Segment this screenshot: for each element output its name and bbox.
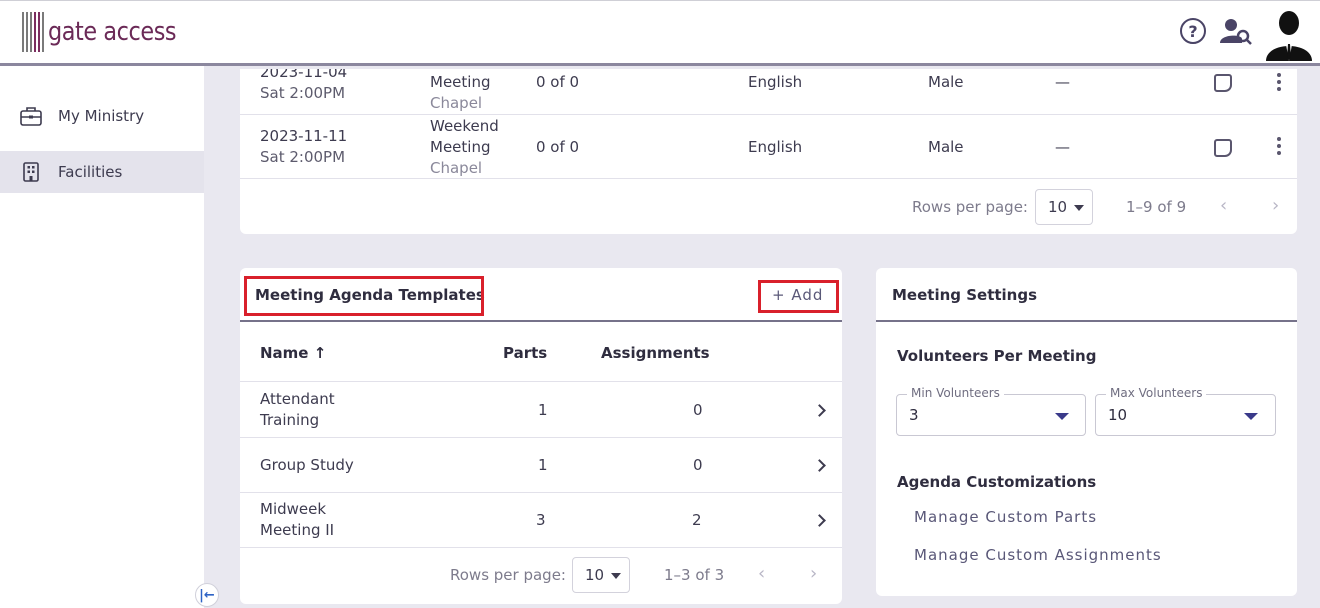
sidebar-item-facilities[interactable]: Facilities [0, 151, 204, 193]
title-highlight-box [244, 276, 484, 316]
manage-custom-assignments-link[interactable]: Manage Custom Assignments [914, 546, 1162, 564]
table-row[interactable]: 2023-11-04 Sat 2:00PM Meeting Chapel 0 o… [240, 69, 1297, 115]
meeting-type: Weekend [430, 117, 499, 135]
meeting-language: English [748, 73, 803, 91]
template-name: Group Study [260, 456, 354, 474]
card-divider [876, 320, 1297, 322]
meeting-time: Sat 2:00PM [260, 148, 346, 166]
template-name: Meeting II [260, 521, 335, 539]
pagination-range: 1–9 of 9 [1126, 198, 1187, 216]
row-divider [240, 437, 842, 438]
template-parts: 1 [538, 456, 548, 474]
briefcase-icon [20, 107, 42, 126]
meeting-type: Meeting [430, 73, 491, 91]
prev-page-icon[interactable]: ‹ [1220, 195, 1227, 216]
logo-text: gate access [48, 17, 177, 47]
chevron-right-icon[interactable] [813, 459, 826, 472]
note-icon[interactable] [1214, 74, 1232, 92]
more-vert-icon[interactable] [1276, 137, 1282, 155]
rows-per-page-value: 10 [1048, 198, 1068, 216]
template-assignments: 0 [693, 401, 703, 419]
caret-down-icon [1055, 413, 1069, 420]
rows-per-page-label: Rows per page: [912, 198, 1028, 216]
template-name: Midweek [260, 500, 327, 518]
caret-down-icon [611, 573, 621, 579]
row-divider [240, 547, 842, 548]
meeting-gender: Male [928, 138, 964, 156]
prev-page-icon[interactable]: ‹ [758, 563, 765, 584]
collapse-glyph: |← [199, 587, 215, 603]
max-volunteers-label: Max Volunteers [1106, 386, 1207, 400]
user-avatar[interactable] [1264, 7, 1314, 61]
chevron-right-icon[interactable] [813, 514, 826, 527]
min-volunteers-select[interactable]: Min Volunteers 3 [896, 386, 1086, 436]
row-divider [240, 492, 842, 493]
rows-per-page-value: 10 [585, 566, 605, 584]
meeting-agenda-templates-card: Meeting Agenda Templates + Add Name ↑ Pa… [240, 268, 842, 604]
column-header-parts: Parts [503, 344, 548, 362]
sidebar-item-my-ministry[interactable]: My Ministry [0, 95, 204, 137]
gate-access-logo[interactable]: gate access [22, 11, 197, 53]
template-assignments: 2 [692, 511, 702, 529]
meeting-date: 2023-11-11 [260, 127, 348, 145]
column-header-assignments: Assignments [601, 344, 710, 362]
card-title: Meeting Settings [892, 286, 1038, 304]
table-row[interactable]: 2023-11-11 Sat 2:00PM Weekend Meeting Ch… [240, 115, 1297, 179]
logo-bars-icon [22, 12, 44, 52]
meeting-time: Sat 2:00PM [260, 84, 346, 102]
rows-per-page-label: Rows per page: [450, 566, 566, 584]
meeting-volunteers: 0 of 0 [536, 138, 580, 156]
collapse-sidebar-icon[interactable]: |← [195, 583, 219, 607]
caret-down-icon [1244, 413, 1258, 420]
meeting-type: Meeting [430, 138, 491, 156]
pagination-range: 1–3 of 3 [664, 566, 725, 584]
next-page-icon[interactable]: › [1272, 195, 1279, 216]
volunteers-heading: Volunteers Per Meeting [897, 347, 1097, 365]
app-header: gate access ? [0, 0, 1320, 66]
template-parts: 3 [536, 511, 546, 529]
row-divider [240, 381, 842, 382]
meeting-volunteers: 0 of 0 [536, 73, 580, 91]
meeting-extra: — [1055, 138, 1070, 156]
max-volunteers-select[interactable]: Max Volunteers 10 [1095, 386, 1276, 436]
help-circle-icon[interactable]: ? [1180, 18, 1206, 44]
meeting-date: 2023-11-04 [260, 69, 348, 81]
caret-down-icon [1074, 205, 1084, 211]
meeting-gender: Male [928, 73, 964, 91]
template-assignments: 0 [693, 456, 703, 474]
meeting-language: English [748, 138, 803, 156]
meetings-table: 2023-11-04 Sat 2:00PM Meeting Chapel 0 o… [240, 69, 1297, 234]
meeting-location: Chapel [430, 94, 483, 112]
add-highlight-box [758, 280, 839, 313]
min-volunteers-label: Min Volunteers [907, 386, 1004, 400]
column-header-name[interactable]: Name ↑ [260, 344, 326, 362]
more-vert-icon[interactable] [1276, 73, 1282, 91]
help-glyph: ? [1188, 21, 1198, 41]
agenda-heading: Agenda Customizations [897, 473, 1097, 491]
rows-per-page-select[interactable]: 10 [572, 557, 630, 593]
person-search-icon[interactable] [1220, 17, 1252, 45]
sidebar-item-label: My Ministry [58, 107, 145, 125]
min-volunteers-value: 3 [909, 406, 919, 424]
sidebar-item-label: Facilities [58, 163, 123, 181]
building-icon [23, 162, 39, 182]
manage-custom-parts-link[interactable]: Manage Custom Parts [914, 508, 1097, 526]
chevron-right-icon[interactable] [813, 404, 826, 417]
meeting-settings-card: Meeting Settings Volunteers Per Meeting … [876, 268, 1297, 596]
template-name: Training [260, 411, 320, 429]
next-page-icon[interactable]: › [810, 563, 817, 584]
card-divider [240, 320, 842, 322]
note-icon[interactable] [1214, 139, 1232, 157]
template-parts: 1 [538, 401, 548, 419]
meeting-extra: — [1055, 73, 1070, 91]
meeting-location: Chapel [430, 159, 483, 177]
max-volunteers-value: 10 [1108, 406, 1128, 424]
template-name: Attendant [260, 390, 335, 408]
rows-per-page-select[interactable]: 10 [1035, 189, 1093, 225]
sidebar: My Ministry Facilities [0, 66, 204, 608]
